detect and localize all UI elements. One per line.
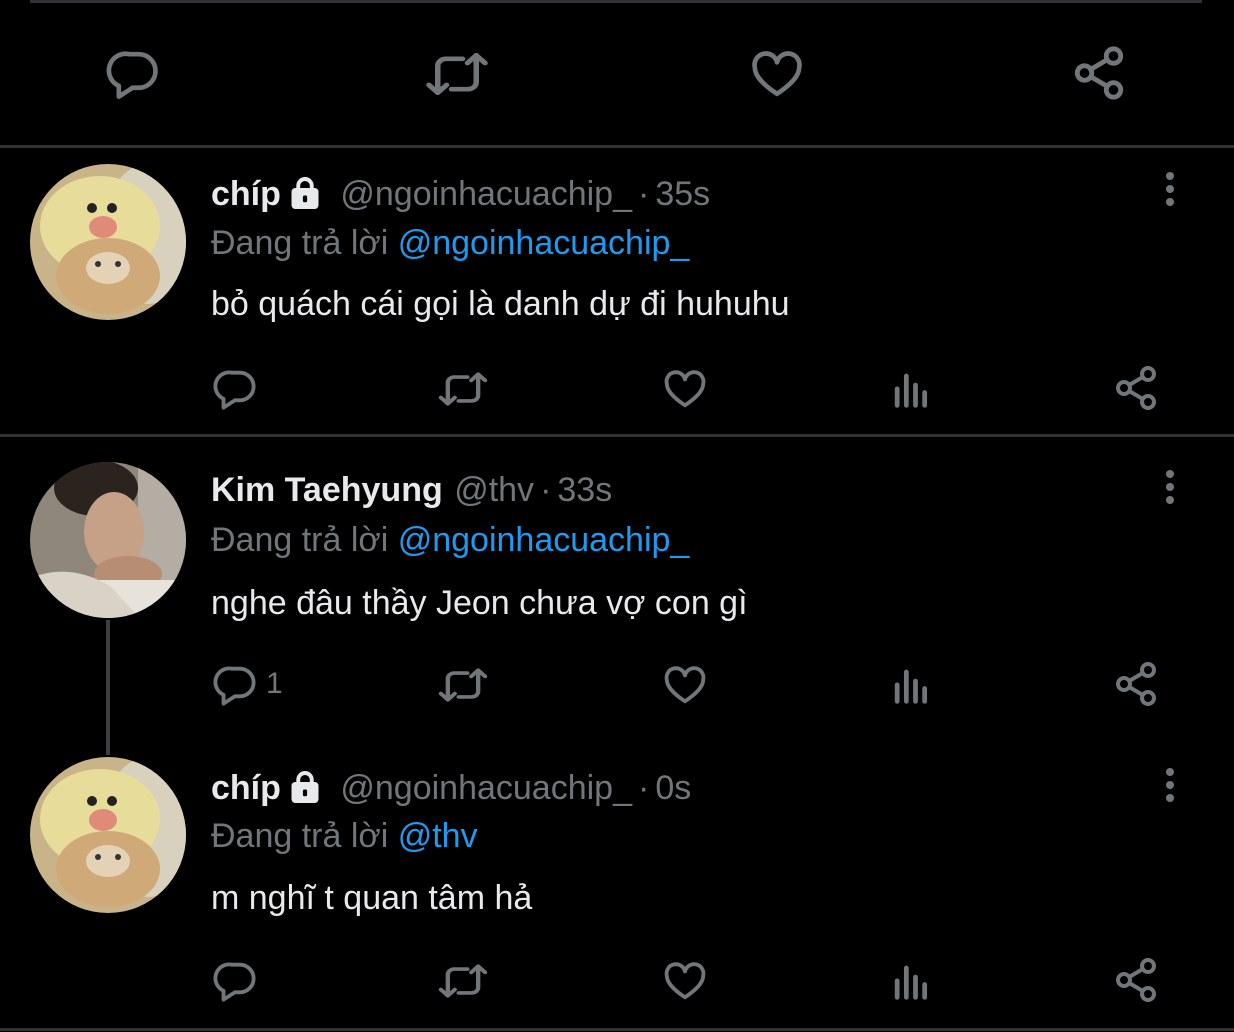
- mention-link[interactable]: @thv: [398, 817, 478, 855]
- avatar[interactable]: [30, 757, 186, 913]
- timestamp[interactable]: 33s: [557, 471, 612, 509]
- analytics-icon[interactable]: [888, 364, 932, 410]
- like-icon[interactable]: [662, 958, 708, 1004]
- share-icon[interactable]: [1112, 660, 1160, 708]
- analytics-icon[interactable]: [888, 956, 932, 1002]
- reply-icon[interactable]: [213, 662, 259, 708]
- display-name[interactable]: Kim Taehyung: [211, 471, 443, 509]
- mention-link[interactable]: @ngoinhacuachip_: [398, 521, 690, 559]
- display-name[interactable]: chíp: [211, 175, 281, 213]
- share-icon[interactable]: [1112, 956, 1160, 1004]
- divider: [0, 145, 1234, 148]
- handle[interactable]: @ngoinhacuachip_: [340, 769, 632, 807]
- reply-icon[interactable]: [213, 958, 259, 1004]
- more-options-icon[interactable]: [1162, 172, 1178, 214]
- analytics-icon[interactable]: [888, 660, 932, 706]
- reply-count: 1: [266, 667, 283, 700]
- tweet-text: m nghĩ t quan tâm hả: [211, 879, 533, 917]
- more-options-icon[interactable]: [1162, 470, 1178, 512]
- retweet-icon[interactable]: [437, 959, 489, 1003]
- handle[interactable]: @ngoinhacuachip_: [340, 175, 632, 213]
- lock-icon: [287, 770, 323, 817]
- avatar[interactable]: [30, 164, 186, 320]
- replying-to-line: Đang trả lời @ngoinhacuachip_: [211, 221, 689, 265]
- bottom-divider: [0, 1028, 1234, 1031]
- thread-connector: [106, 620, 110, 755]
- meta-separator: ·: [637, 175, 650, 213]
- retweet-icon[interactable]: [424, 46, 490, 102]
- replying-to-line: Đang trả lời @thv: [211, 814, 478, 858]
- timestamp[interactable]: 35s: [655, 175, 710, 213]
- replying-label: Đang trả lời: [211, 521, 389, 559]
- retweet-icon[interactable]: [437, 663, 489, 707]
- share-icon[interactable]: [1112, 364, 1160, 412]
- tweet-header: chíp @ngoinhacuachip_ · 0s: [211, 766, 691, 810]
- meta-separator: ·: [637, 769, 650, 807]
- like-icon[interactable]: [748, 46, 806, 102]
- more-options-icon[interactable]: [1162, 768, 1178, 810]
- like-icon[interactable]: [662, 662, 708, 708]
- like-icon[interactable]: [662, 366, 708, 412]
- replying-label: Đang trả lời: [211, 224, 389, 262]
- replying-label: Đang trả lời: [211, 817, 389, 855]
- display-name[interactable]: chíp: [211, 769, 281, 807]
- mention-link[interactable]: @ngoinhacuachip_: [398, 224, 690, 262]
- retweet-icon[interactable]: [437, 367, 489, 411]
- tweet-header: chíp @ngoinhacuachip_ · 35s: [211, 172, 710, 216]
- tweet-header: Kim Taehyung @thv · 33s: [211, 468, 612, 512]
- handle[interactable]: @thv: [454, 471, 534, 509]
- timestamp[interactable]: 0s: [655, 769, 691, 807]
- divider: [0, 434, 1234, 437]
- lock-icon: [287, 176, 323, 223]
- top-divider: [30, 0, 1202, 3]
- avatar[interactable]: [30, 462, 186, 618]
- share-icon[interactable]: [1070, 44, 1128, 102]
- reply-icon[interactable]: [213, 366, 259, 412]
- reply-icon[interactable]: [106, 46, 162, 102]
- meta-separator: ·: [540, 471, 552, 509]
- replying-to-line: Đang trả lời @ngoinhacuachip_: [211, 518, 689, 562]
- tweet-text: nghe đâu thầy Jeon chưa vợ con gì: [211, 584, 748, 622]
- tweet-text: bỏ quách cái gọi là danh dự đi huhuhu: [211, 285, 790, 323]
